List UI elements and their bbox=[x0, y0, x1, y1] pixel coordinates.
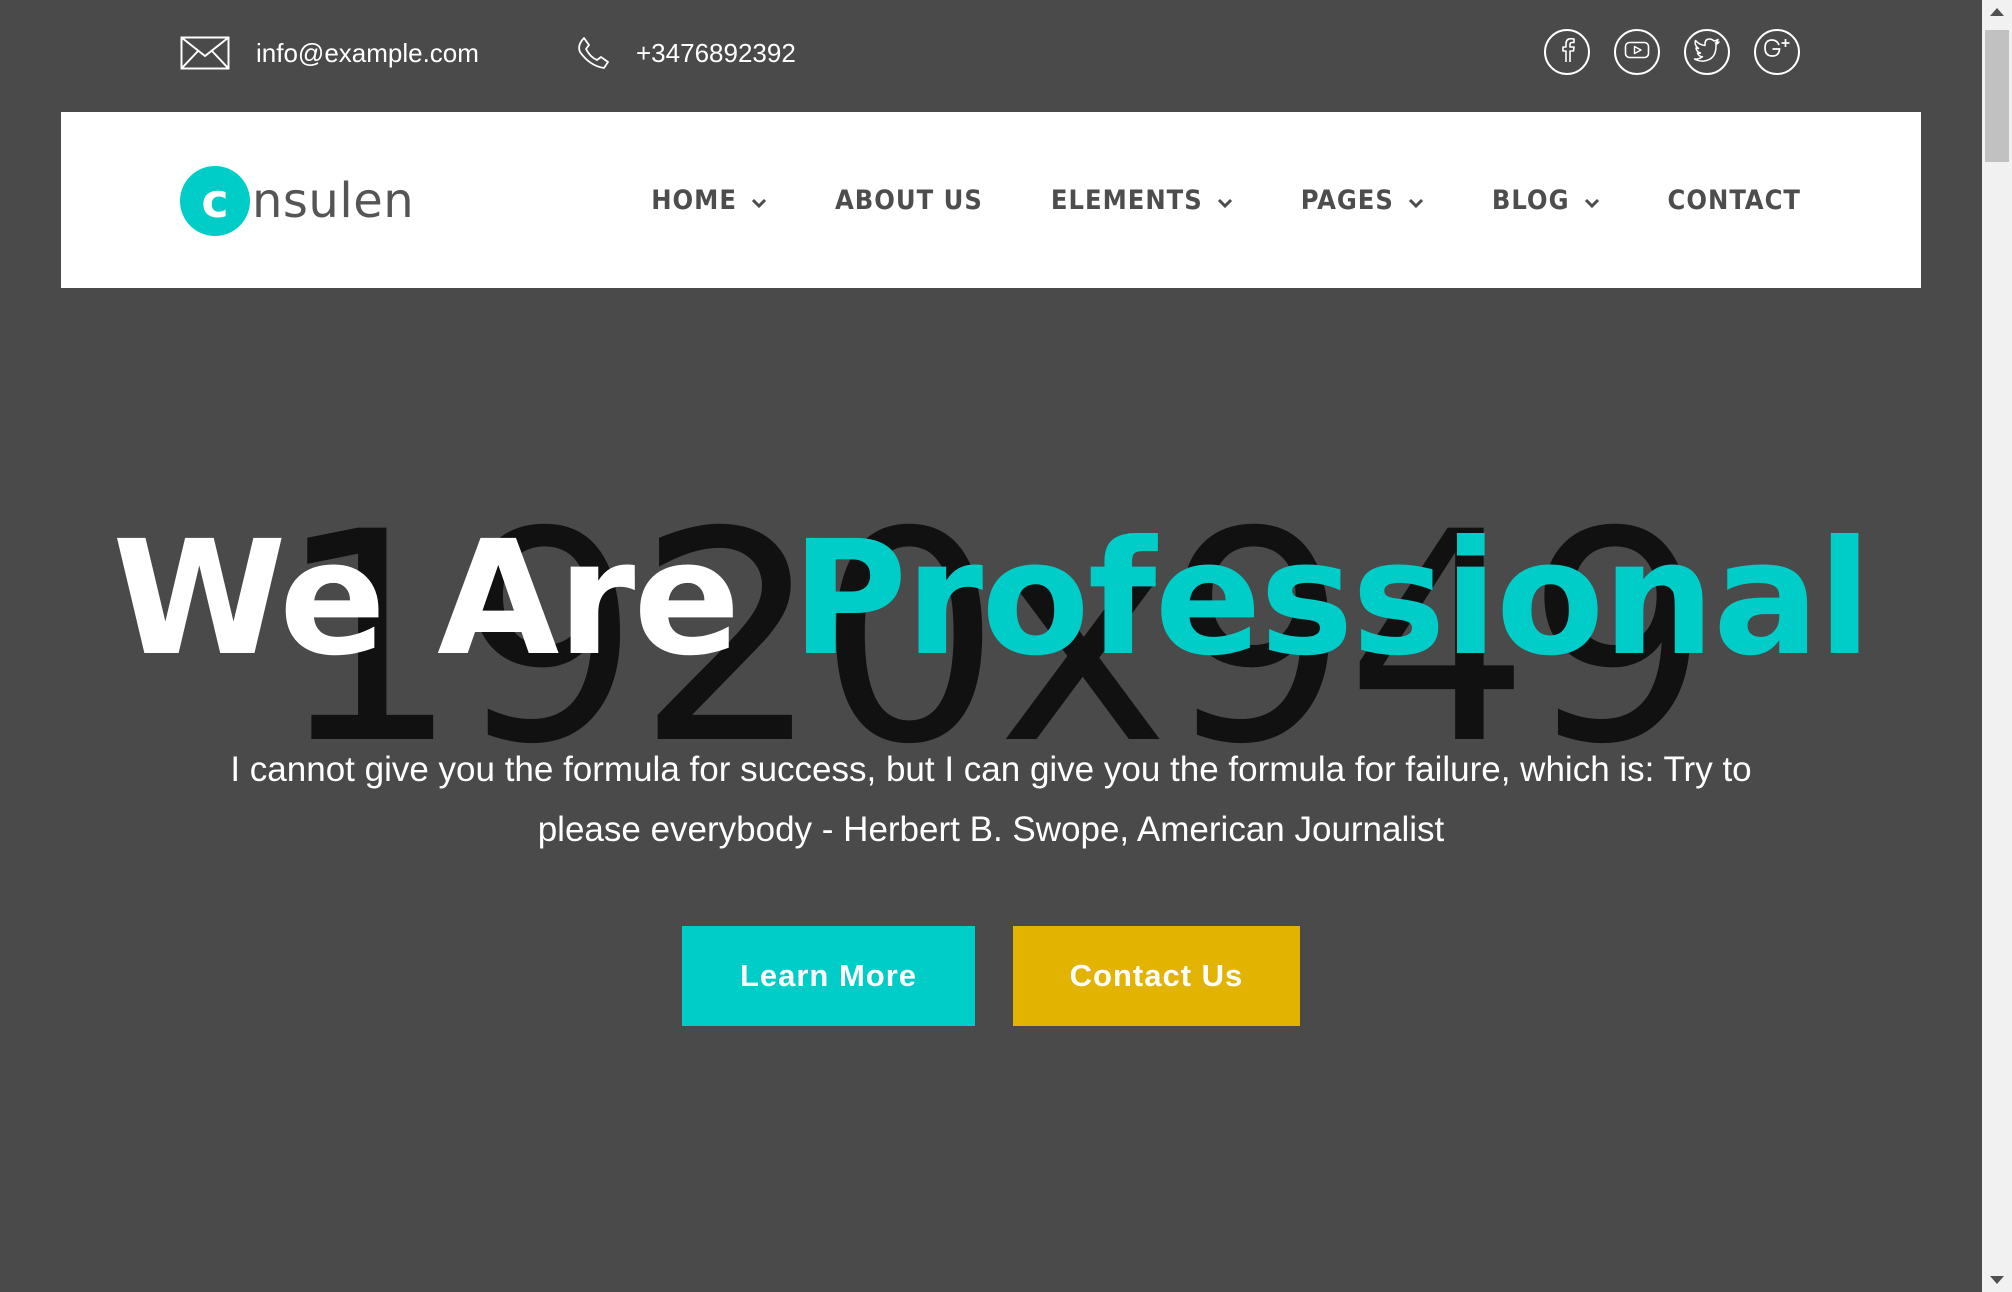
nav-item-pages[interactable]: PAGES bbox=[1301, 185, 1424, 216]
main-menu: HOME ABOUT US ELEMENTS PAGES BLOG CONTAC… bbox=[651, 112, 1801, 288]
google-plus-icon bbox=[1762, 36, 1792, 69]
chevron-down-icon bbox=[1584, 185, 1600, 216]
top-bar: info@example.com +3476892392 bbox=[0, 0, 1982, 112]
email-text: info@example.com bbox=[256, 37, 479, 68]
site-logo[interactable]: c nsulen bbox=[180, 166, 414, 236]
facebook-link[interactable] bbox=[1544, 29, 1590, 75]
youtube-icon bbox=[1624, 40, 1650, 65]
envelope-icon bbox=[180, 36, 230, 70]
nav-item-about-us[interactable]: ABOUT US bbox=[835, 185, 983, 216]
nav-label: CONTACT bbox=[1667, 184, 1801, 216]
chevron-down-icon bbox=[751, 185, 767, 216]
facebook-icon bbox=[1557, 37, 1577, 68]
nav-label: ELEMENTS bbox=[1050, 184, 1203, 216]
phone-contact[interactable]: +3476892392 bbox=[576, 36, 796, 70]
logo-mark: c bbox=[180, 166, 250, 236]
scroll-down-arrow-icon[interactable] bbox=[1990, 1276, 2004, 1284]
nav-item-blog[interactable]: BLOG bbox=[1492, 185, 1600, 216]
nav-item-home[interactable]: HOME bbox=[651, 185, 767, 216]
google-plus-link[interactable] bbox=[1754, 29, 1800, 75]
nav-label: ABOUT US bbox=[834, 184, 983, 216]
email-contact[interactable]: info@example.com bbox=[180, 36, 479, 70]
phone-text: +3476892392 bbox=[636, 37, 796, 68]
scroll-up-arrow-icon[interactable] bbox=[1990, 8, 2004, 16]
hero-title-part1: We Are bbox=[112, 507, 740, 691]
page: info@example.com +3476892392 c nsulen HO… bbox=[0, 0, 2012, 1292]
vertical-scrollbar[interactable] bbox=[1982, 0, 2012, 1292]
nav-item-elements[interactable]: ELEMENTS bbox=[1051, 185, 1233, 216]
hero-title-part2: Professional bbox=[791, 507, 1871, 691]
nav-label: BLOG bbox=[1491, 184, 1570, 216]
twitter-link[interactable] bbox=[1684, 29, 1730, 75]
contact-us-button[interactable]: Contact Us bbox=[1013, 926, 1300, 1026]
nav-item-contact[interactable]: CONTACT bbox=[1668, 185, 1801, 216]
chevron-down-icon bbox=[1408, 185, 1424, 216]
youtube-link[interactable] bbox=[1614, 29, 1660, 75]
nav-label: HOME bbox=[651, 184, 737, 216]
hero-quote: I cannot give you the formula for succes… bbox=[230, 750, 1752, 849]
twitter-icon bbox=[1693, 37, 1721, 67]
learn-more-button[interactable]: Learn More bbox=[682, 926, 975, 1026]
hero-title: We Are Professional bbox=[0, 520, 1982, 678]
phone-icon bbox=[576, 36, 610, 70]
logo-text: nsulen bbox=[252, 173, 415, 229]
chevron-down-icon bbox=[1217, 185, 1233, 216]
scrollbar-thumb[interactable] bbox=[1985, 30, 2009, 162]
social-links bbox=[1544, 29, 1800, 75]
main-navbar: c nsulen HOME ABOUT US ELEMENTS PAGES BL… bbox=[61, 112, 1921, 288]
nav-label: PAGES bbox=[1300, 184, 1394, 216]
